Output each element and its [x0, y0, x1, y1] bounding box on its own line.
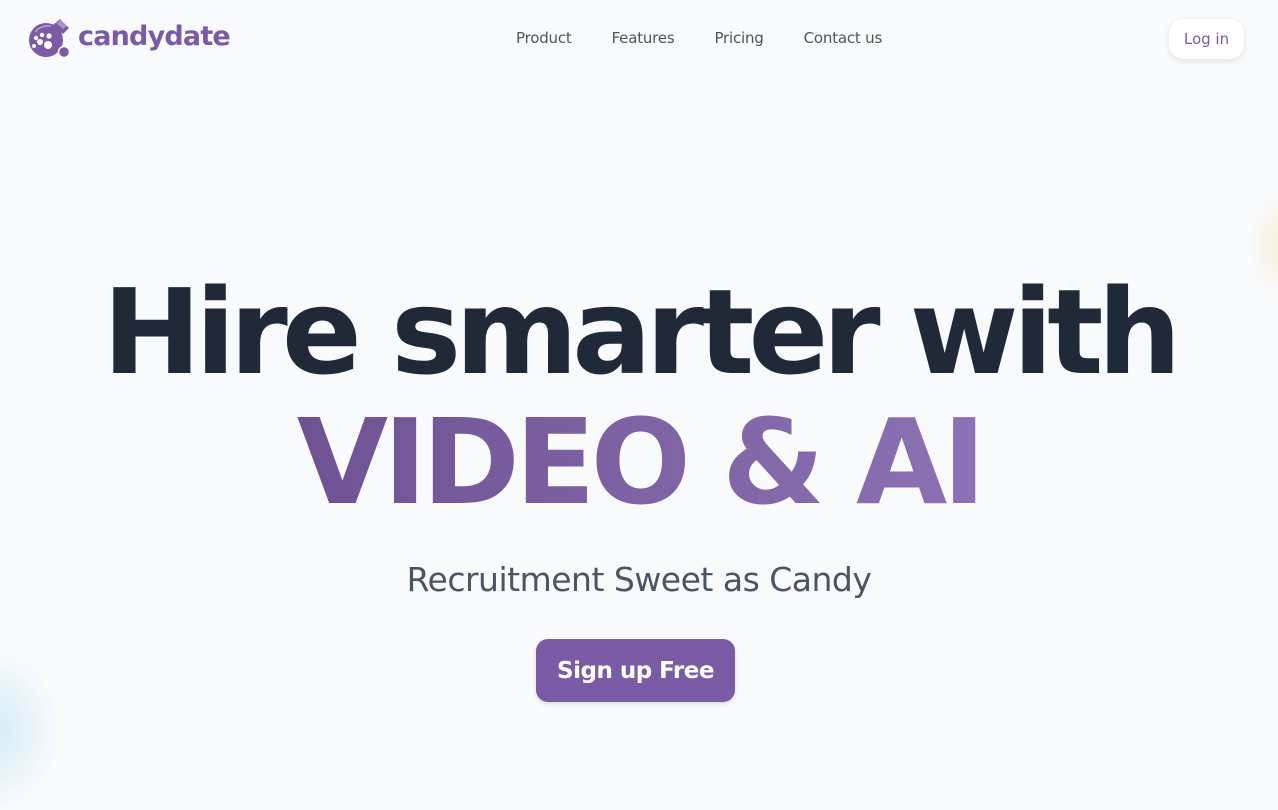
nav-pricing[interactable]: Pricing: [714, 29, 763, 47]
decorative-glow-left: [0, 650, 60, 810]
hero-headline-line1: Hire smarter with: [102, 263, 1181, 401]
nav-product[interactable]: Product: [516, 29, 572, 47]
signup-free-button[interactable]: Sign up Free: [536, 639, 735, 702]
hero-subtitle: Recruitment Sweet as Candy: [406, 560, 872, 599]
login-button[interactable]: Log in: [1169, 19, 1244, 59]
brand-logo[interactable]: candydate: [27, 16, 231, 60]
hero-headline-line2: VIDEO & AI: [0, 392, 1278, 532]
nav-contact-us[interactable]: Contact us: [804, 29, 883, 47]
hero-highlight-text: VIDEO & AI: [296, 393, 986, 531]
nav-features[interactable]: Features: [612, 29, 675, 47]
main-nav: Product Features Pricing Contact us: [516, 29, 922, 47]
candy-jar-icon: [29, 19, 71, 59]
brand-name: candydate: [78, 20, 231, 52]
site-header: candydate Product Features Pricing Conta…: [0, 0, 1278, 80]
